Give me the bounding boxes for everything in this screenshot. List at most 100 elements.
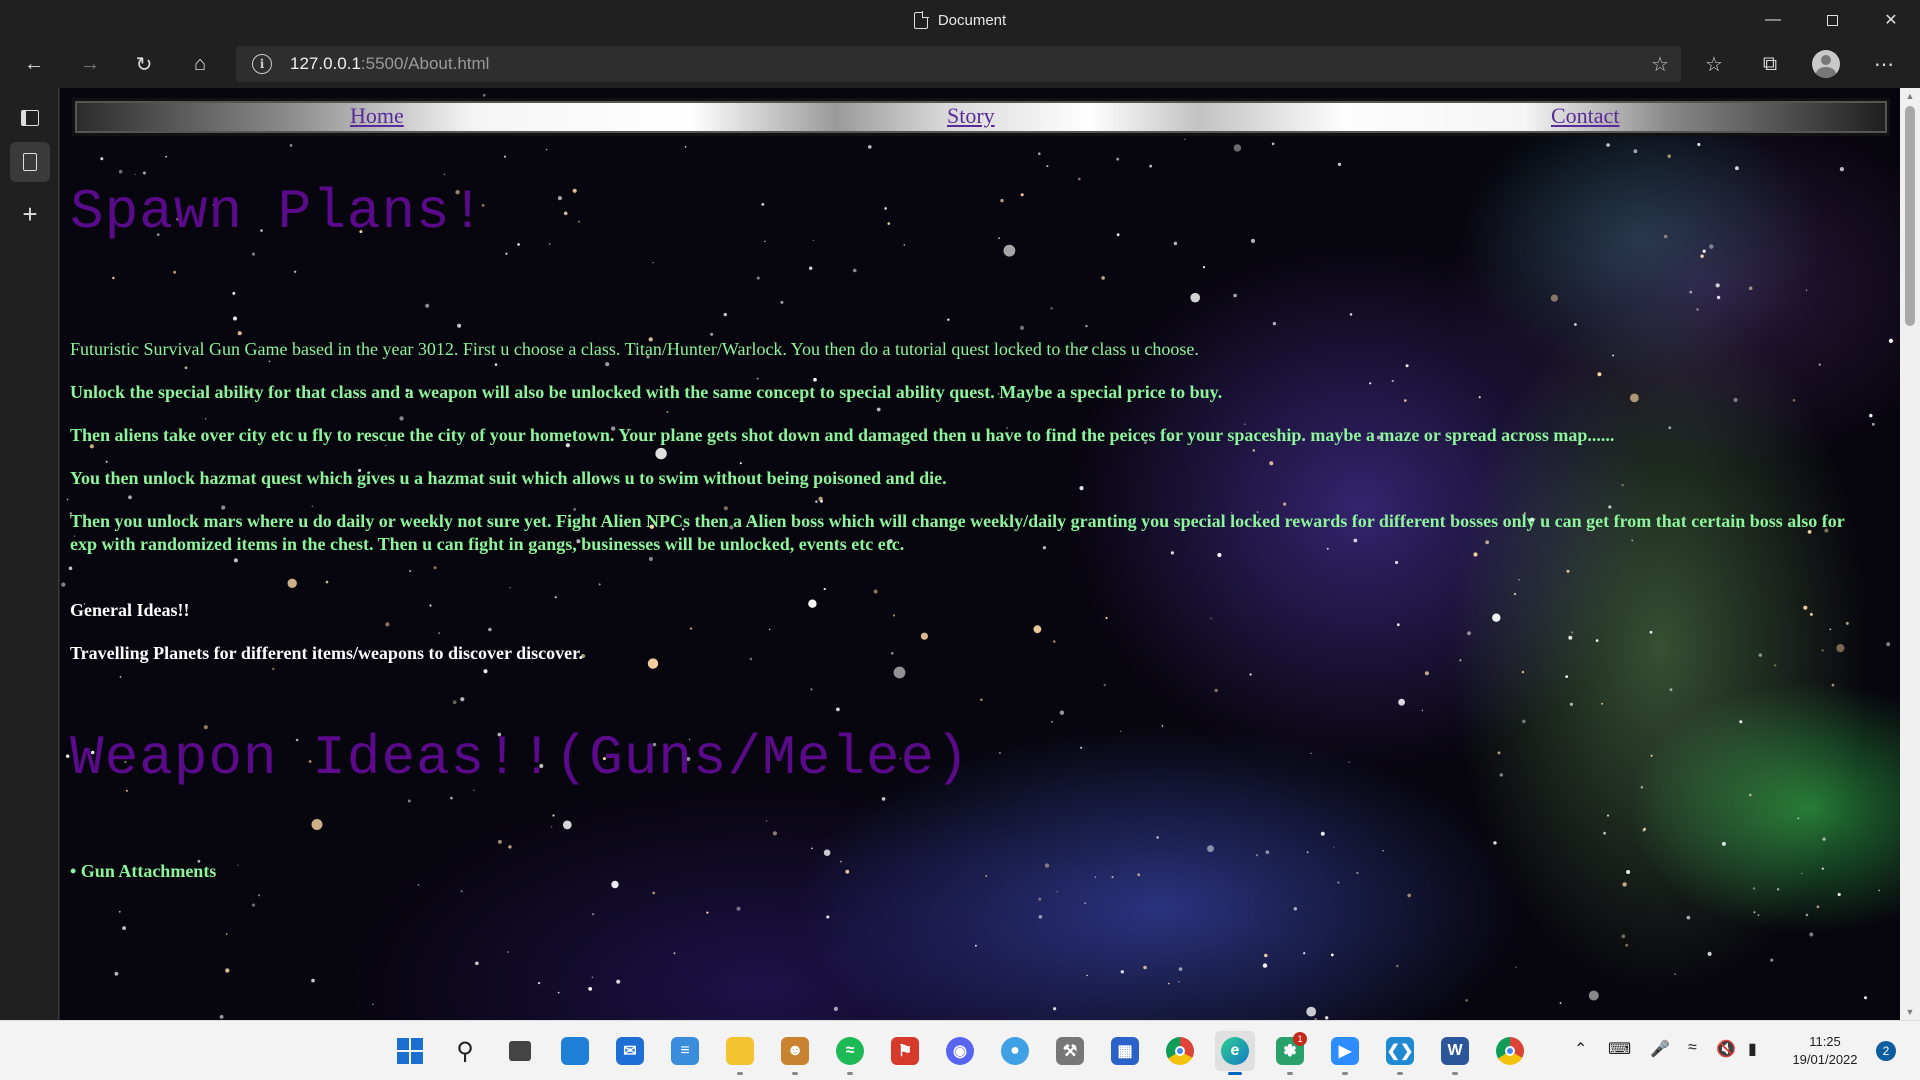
paragraph-3: You then unlock hazmat quest which gives…: [70, 468, 947, 488]
close-button[interactable]: ✕: [1862, 0, 1920, 40]
title-bar: Document — ✕: [0, 0, 1920, 40]
general-ideas-heading: General Ideas!!: [70, 600, 190, 620]
collections-icon: ⧉: [1762, 52, 1778, 75]
page-scrollbar[interactable]: ▲ ▼: [1900, 88, 1920, 1020]
clock[interactable]: 11:25 19/01/2022: [1780, 1033, 1870, 1069]
notification-count[interactable]: 2: [1876, 1041, 1896, 1061]
intro-paragraph: Futuristic Survival Gun Game based in th…: [70, 339, 1199, 359]
chrome-icon: [1166, 1037, 1194, 1065]
plus-icon: +: [22, 198, 38, 229]
page-icon: [23, 153, 37, 171]
word-app[interactable]: W: [1435, 1031, 1475, 1075]
tabs-icon: [21, 110, 39, 126]
chrome-app-2[interactable]: [1490, 1031, 1530, 1071]
scroll-down-arrow-icon[interactable]: ▼: [1900, 1004, 1920, 1020]
home-button[interactable]: ⌂: [182, 46, 218, 82]
scroll-up-arrow-icon[interactable]: ▲: [1900, 88, 1920, 104]
running-indicator: [1342, 1072, 1348, 1075]
word-icon: W: [1441, 1037, 1469, 1065]
browser-app-blue[interactable]: ●: [995, 1031, 1035, 1071]
chrome-icon: [1496, 1037, 1524, 1065]
notepad-icon: ≡: [671, 1037, 699, 1065]
scrollbar-thumb[interactable]: [1905, 106, 1915, 326]
start-button[interactable]: [390, 1031, 430, 1071]
search-button[interactable]: ⚲: [445, 1031, 485, 1071]
mail-icon: ✉: [616, 1037, 644, 1065]
widgets-icon: [561, 1037, 589, 1065]
nav-link-home[interactable]: Home: [350, 103, 404, 129]
racing-icon: ⚑: [891, 1037, 919, 1065]
game-app[interactable]: ☻: [775, 1031, 815, 1075]
file-explorer-app[interactable]: [720, 1031, 760, 1075]
paragraph-1: Unlock the special ability for that clas…: [70, 382, 1223, 402]
store-icon: ▦: [1111, 1037, 1139, 1065]
paragraph-2: Then aliens take over city etc u fly to …: [70, 425, 1615, 445]
chrome-app[interactable]: [1160, 1031, 1200, 1071]
video-camera-icon: ▶: [1331, 1037, 1359, 1065]
refresh-button[interactable]: ↻: [126, 46, 162, 82]
search-icon: ⚲: [456, 1037, 474, 1065]
zoom-app[interactable]: ▶: [1325, 1031, 1365, 1075]
running-indicator: [1228, 1072, 1242, 1075]
tools-app[interactable]: ⚒: [1050, 1031, 1090, 1071]
settings-more-button[interactable]: ⋯: [1866, 46, 1902, 82]
restore-button[interactable]: [1803, 0, 1861, 40]
spotify-icon: ≈: [836, 1037, 864, 1065]
address-bar[interactable]: i 127.0.0.1:5500/About.html ☆: [236, 46, 1681, 82]
wifi-icon[interactable]: ≈: [1688, 1039, 1697, 1057]
forward-button[interactable]: →: [72, 46, 108, 82]
spotify-app[interactable]: ≈: [830, 1031, 870, 1075]
home-icon: ⌂: [193, 52, 207, 75]
site-info-icon[interactable]: i: [252, 54, 272, 74]
minimize-button[interactable]: —: [1744, 0, 1802, 40]
social-app[interactable]: ✽ 1: [1270, 1031, 1310, 1075]
running-indicator: [847, 1072, 853, 1075]
tools-icon: ⚒: [1056, 1037, 1084, 1065]
collections-button[interactable]: ⧉: [1752, 46, 1788, 82]
vscode-app[interactable]: ❮❯: [1380, 1031, 1420, 1075]
tab-document[interactable]: [10, 142, 50, 182]
window-title-text: Document: [937, 11, 1007, 29]
forward-arrow-icon: →: [80, 52, 100, 75]
site-navigation: Home Story Contact: [72, 98, 1890, 136]
general-ideas-paragraph: Travelling Planets for different items/w…: [70, 643, 583, 663]
clock-time: 11:25: [1809, 1034, 1841, 1049]
refresh-icon: ↻: [135, 53, 153, 76]
clock-date: 19/01/2022: [1792, 1052, 1858, 1067]
mail-app[interactable]: ✉: [610, 1031, 650, 1071]
tab-actions-button[interactable]: [10, 98, 50, 138]
running-indicator: [1397, 1072, 1403, 1075]
vscode-icon: ❮❯: [1386, 1037, 1414, 1065]
globe-icon: ●: [1001, 1037, 1029, 1065]
volume-muted-icon[interactable]: 🔇: [1716, 1039, 1736, 1059]
favorites-button[interactable]: ☆: [1696, 46, 1732, 82]
address-url[interactable]: 127.0.0.1:5500/About.html: [290, 54, 489, 74]
notification-badge: 1: [1293, 1032, 1307, 1046]
task-view-icon: [509, 1041, 531, 1061]
keyboard-icon[interactable]: ⌨: [1608, 1039, 1631, 1059]
back-arrow-icon: ←: [24, 52, 44, 75]
widgets-button[interactable]: [555, 1031, 595, 1071]
taskbar: ⚲ ✉ ≡ ☻ ≈ ⚑ ◉ ● ⚒ ▦ e ✽ 1 ▶ ❮❯ W ⌃ ⌨ 🎤 ≈ …: [0, 1020, 1920, 1080]
task-view-button[interactable]: [500, 1031, 540, 1071]
nav-link-contact[interactable]: Contact: [1551, 103, 1619, 129]
page-heading: Spawn Plans!: [70, 180, 486, 244]
new-tab-button[interactable]: +: [10, 194, 50, 234]
store-app[interactable]: ▦: [1105, 1031, 1145, 1071]
battery-icon[interactable]: ▮: [1748, 1039, 1757, 1059]
notepad-app[interactable]: ≡: [665, 1031, 705, 1071]
discord-app[interactable]: ◉: [940, 1031, 980, 1071]
webpage-viewport: Home Story Contact Spawn Plans! Futurist…: [60, 88, 1900, 1020]
nav-link-story[interactable]: Story: [947, 103, 995, 129]
chevron-up-icon[interactable]: ⌃: [1574, 1039, 1587, 1059]
microphone-icon[interactable]: 🎤: [1650, 1039, 1670, 1059]
running-indicator: [792, 1072, 798, 1075]
edge-app[interactable]: e: [1215, 1031, 1255, 1075]
back-button[interactable]: ←: [16, 46, 52, 82]
add-favorite-icon[interactable]: ☆: [1651, 52, 1669, 77]
running-indicator: [737, 1072, 743, 1075]
profile-button[interactable]: [1808, 46, 1844, 82]
edge-icon: e: [1221, 1037, 1249, 1065]
list-item: • Gun Attachments: [70, 861, 217, 881]
racing-app[interactable]: ⚑: [885, 1031, 925, 1071]
